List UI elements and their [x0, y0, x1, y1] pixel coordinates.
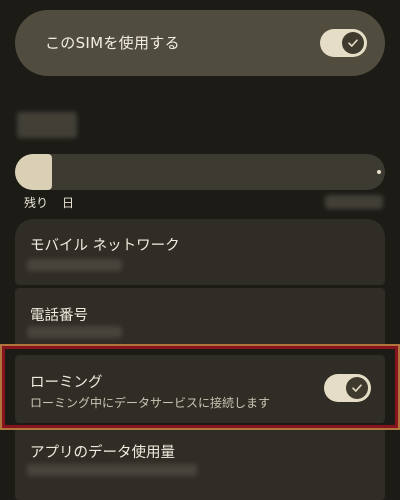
redacted-app-usage — [27, 464, 197, 476]
roaming-row[interactable]: ローミング ローミング中にデータサービスに接続します — [15, 355, 385, 423]
data-usage-bar — [15, 154, 385, 190]
data-limit-marker — [377, 170, 381, 174]
app-data-usage-title: アプリのデータ使用量 — [30, 445, 175, 461]
check-icon — [348, 39, 358, 47]
roaming-subtitle: ローミング中にデータサービスに接続します — [30, 396, 271, 410]
remaining-prefix: 残り — [24, 196, 49, 210]
mobile-network-title: モバイル ネットワーク — [30, 238, 180, 254]
use-sim-toggle-row[interactable]: このSIMを使用する — [15, 10, 385, 76]
roaming-switch[interactable] — [324, 374, 371, 402]
use-sim-label: このSIMを使用する — [45, 34, 180, 52]
roaming-title: ローミング — [30, 375, 103, 391]
switch-knob — [342, 32, 364, 54]
redacted-usage-limit — [325, 195, 383, 209]
mobile-network-row[interactable]: モバイル ネットワーク — [15, 219, 385, 285]
phone-number-title: 電話番号 — [30, 308, 88, 324]
phone-number-row[interactable]: 電話番号 — [15, 288, 385, 348]
redacted-usage-heading — [17, 112, 77, 138]
remaining-days: 残り日 — [24, 194, 74, 211]
redacted-network-name — [27, 259, 122, 271]
remaining-suffix: 日 — [62, 196, 75, 210]
switch-knob — [346, 377, 368, 399]
check-icon — [352, 384, 362, 392]
use-sim-switch[interactable] — [320, 29, 367, 57]
data-usage-fill — [15, 154, 52, 190]
app-data-usage-row[interactable]: アプリのデータ使用量 — [15, 428, 385, 500]
redacted-phone-number — [27, 326, 122, 338]
